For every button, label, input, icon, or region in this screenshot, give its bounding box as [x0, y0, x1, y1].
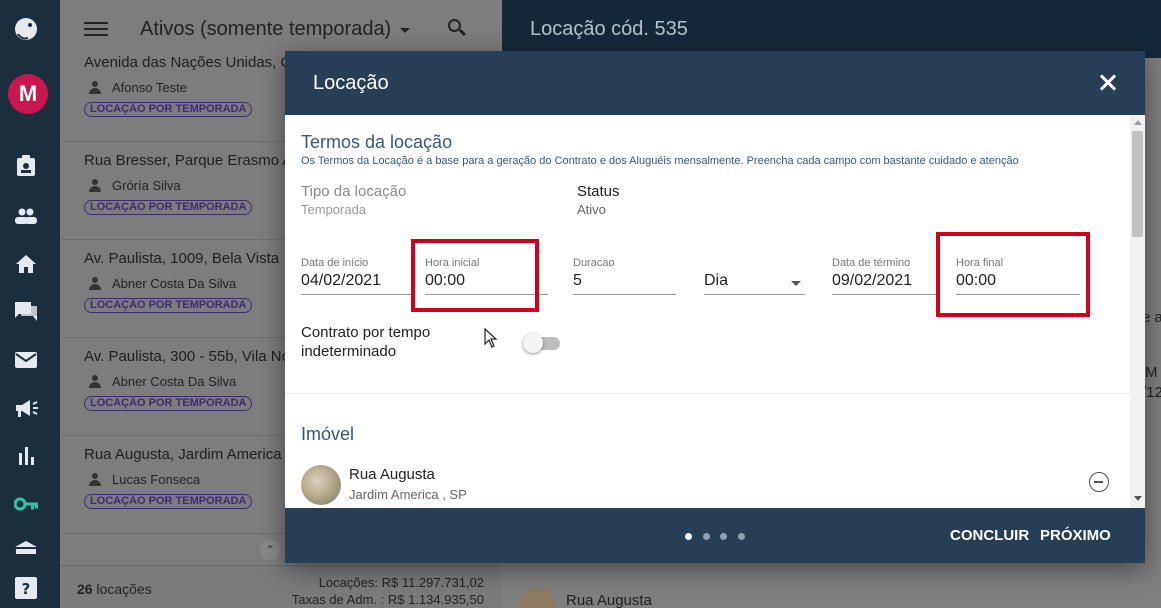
property-location: Jardim America , SP	[349, 487, 467, 502]
megaphone-icon[interactable]	[12, 394, 40, 422]
detail-header: Locação cód. 535	[502, 0, 1161, 58]
chevron-down-icon[interactable]	[400, 28, 410, 33]
nav-rail: M ?	[0, 0, 60, 608]
item-address: Avenida das Nações Unidas, C	[84, 54, 292, 71]
detail-title: Locação cód. 535	[530, 18, 688, 40]
highlight-box-end-time	[936, 232, 1090, 317]
item-person: Lucas Fonseca	[112, 472, 201, 487]
scroll-down-arrow[interactable]	[1134, 496, 1142, 501]
detail-property-address: Rua Augusta	[566, 592, 652, 608]
pager-dot-1[interactable]	[685, 533, 692, 540]
duration-field[interactable]: Duracao 5	[573, 251, 676, 295]
rental-modal: Locação Termos da locação Os Termos da L…	[285, 51, 1145, 563]
person-icon	[88, 375, 102, 389]
highlight-box-start-time	[411, 239, 539, 312]
tipo-label: Tipo da locação	[301, 183, 407, 200]
person-icon	[88, 473, 102, 487]
item-address: Rua Bresser, Parque Erasmo A	[84, 152, 293, 169]
app-logo-icon[interactable]	[12, 14, 40, 42]
property-name: Rua Augusta	[349, 466, 435, 483]
pager-dot-3[interactable]	[720, 533, 727, 540]
user-avatar[interactable]: M	[8, 74, 48, 114]
modal-footer: CONCLUIR PRÓXIMO	[285, 508, 1145, 563]
start-date-field[interactable]: Data de início 04/02/2021	[301, 251, 411, 295]
search-icon[interactable]	[448, 19, 466, 37]
duration-unit-select[interactable]: Dia	[704, 251, 805, 295]
rental-count: 26 locações	[77, 581, 152, 597]
help-icon[interactable]: ?	[12, 574, 40, 602]
mouse-cursor-icon	[484, 327, 498, 348]
proximo-button[interactable]: PRÓXIMO	[1040, 527, 1111, 544]
end-date-field[interactable]: Data de término 09/02/2021	[832, 251, 937, 295]
bar-chart-icon[interactable]	[12, 442, 40, 470]
list-footer: 26 locações Locações: R$ 11.297.731,02 T…	[60, 565, 502, 608]
person-icon	[88, 81, 102, 95]
remove-circle-icon[interactable]	[1089, 472, 1109, 492]
key-icon[interactable]	[12, 490, 40, 518]
section-divider	[285, 393, 1130, 394]
item-person: Gróría Silva	[112, 178, 181, 193]
status-label: Status	[577, 183, 620, 200]
menu-icon[interactable]	[84, 18, 108, 38]
modal-scrollbar[interactable]	[1130, 115, 1145, 508]
status-badge: LOCAÇÃO POR TEMPORADA	[84, 102, 253, 117]
status-badge: LOCAÇÃO POR TEMPORADA	[84, 396, 253, 411]
chevron-down-icon	[791, 281, 801, 286]
chat-icon[interactable]	[12, 298, 40, 326]
scroll-thumb[interactable]	[1132, 131, 1143, 237]
section-description: Os Termos da Locação é a base para a ger…	[301, 155, 1019, 167]
people-icon[interactable]	[12, 202, 40, 230]
modal-title: Locação	[313, 72, 389, 94]
item-address: Av. Paulista, 1009, Bela Vista	[84, 250, 280, 267]
item-person: Abner Costa Da Silva	[112, 276, 237, 291]
collapse-up-icon[interactable]: ⌃	[260, 540, 280, 560]
pager-dot-2[interactable]	[703, 533, 710, 540]
scroll-up-arrow[interactable]	[1134, 120, 1142, 125]
section-title-imovel: Imóvel	[301, 424, 355, 444]
modal-body: Termos da locação Os Termos da Locação é…	[285, 115, 1145, 508]
item-address: Rua Augusta, Jardim America	[84, 446, 282, 463]
item-person: Abner Costa Da Silva	[112, 374, 237, 389]
section-title-terms: Termos da locação	[301, 132, 453, 152]
status-value: Ativo	[577, 202, 606, 217]
modal-header: Locação	[285, 51, 1145, 115]
concluir-button[interactable]: CONCLUIR	[950, 527, 1029, 544]
totals-summary: Locações: R$ 11.297.731,02 Taxas de Adm.…	[291, 575, 484, 607]
clipboard-icon[interactable]	[12, 152, 40, 180]
item-address: Av. Paulista, 300 - 55b, Vila No	[84, 348, 290, 365]
pager-dot-4[interactable]	[738, 533, 745, 540]
status-badge: LOCAÇÃO POR TEMPORADA	[84, 200, 253, 215]
svg-text:?: ?	[22, 580, 31, 598]
bank-icon[interactable]	[12, 534, 40, 562]
status-badge: LOCAÇÃO POR TEMPORADA	[84, 298, 253, 313]
mail-icon[interactable]	[12, 346, 40, 374]
toggle-knob[interactable]	[523, 333, 543, 353]
detail-text-fragment: M	[1145, 364, 1158, 381]
item-person: Afonso Teste	[112, 80, 187, 95]
tipo-value: Temporada	[301, 202, 367, 217]
property-thumbnail	[301, 465, 341, 505]
list-filter-title[interactable]: Ativos (somente temporada)	[140, 18, 391, 41]
person-icon	[88, 277, 102, 291]
close-icon[interactable]	[1099, 74, 1117, 92]
property-thumb	[518, 588, 556, 608]
person-icon	[88, 179, 102, 193]
indeterminate-contract-label: Contrato por tempo indeterminado	[301, 324, 431, 360]
status-badge: LOCAÇÃO POR TEMPORADA	[84, 494, 253, 509]
home-icon[interactable]	[12, 250, 40, 278]
